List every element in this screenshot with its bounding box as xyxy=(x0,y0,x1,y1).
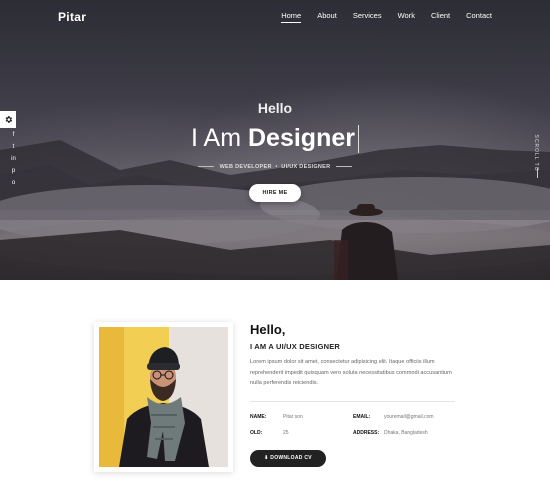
about-description: Lorem ipsum dolor sit amet, consectetur … xyxy=(250,359,452,386)
nav-item-about[interactable]: About xyxy=(317,11,337,23)
profile-photo-card xyxy=(94,322,233,472)
hero-headline: I Am Designer xyxy=(0,124,550,154)
site-logo[interactable]: Pitar xyxy=(58,10,86,24)
main-nav: Home About Services Work Client Contact xyxy=(265,11,492,23)
scroll-indicator[interactable]: SCROLL TO xyxy=(530,128,540,188)
headline-strong: Designer xyxy=(247,124,355,152)
info-name-value: Pitar son xyxy=(283,414,303,420)
gear-icon xyxy=(5,116,12,123)
hero-role-separator: • xyxy=(275,164,278,170)
headline-prefix: I Am xyxy=(191,124,248,152)
social-links: f t in p o xyxy=(9,129,18,189)
nav-item-home[interactable]: Home xyxy=(281,11,302,23)
facebook-icon[interactable]: f xyxy=(9,129,18,141)
hero-role-1: WEB DEVELOPER xyxy=(219,164,272,170)
profile-photo xyxy=(99,327,228,467)
info-address-label: ADDRESS: xyxy=(353,430,380,436)
instagram-icon[interactable]: o xyxy=(9,177,18,189)
download-icon: ⬇ xyxy=(264,455,269,461)
nav-item-work[interactable]: Work xyxy=(398,11,415,23)
hire-me-button[interactable]: HIRE ME xyxy=(249,184,301,202)
hero-greeting: Hello xyxy=(257,100,293,116)
hero-roles: WEB DEVELOPER • UI/UX DESIGNER xyxy=(0,164,550,170)
about-title: Hello, xyxy=(250,322,286,337)
subline-rule-right xyxy=(336,166,353,168)
info-old-value: 25 xyxy=(283,430,289,436)
nav-item-services[interactable]: Services xyxy=(353,11,382,23)
download-cv-label: DOWNLOAD CV xyxy=(270,455,312,461)
info-name-label: NAME: xyxy=(250,414,267,420)
pinterest-icon[interactable]: p xyxy=(9,165,18,177)
nav-item-contact[interactable]: Contact xyxy=(466,11,492,23)
settings-toggle-button[interactable] xyxy=(0,111,16,128)
info-email-label: EMAIL: xyxy=(353,414,371,420)
info-address-value: Dhaka, Bangladesh xyxy=(384,430,428,436)
hero-section: Pitar Home About Services Work Client Co… xyxy=(0,0,550,280)
scroll-line xyxy=(537,168,538,178)
twitter-icon[interactable]: t xyxy=(9,141,18,153)
info-old-label: OLD: xyxy=(250,430,263,436)
about-role: I AM A UI/UX DESIGNER xyxy=(250,342,341,351)
nav-item-client[interactable]: Client xyxy=(431,11,450,23)
typing-caret xyxy=(357,125,359,154)
info-email-value[interactable]: youremail@gmail.com xyxy=(384,414,434,420)
scroll-label: SCROLL TO xyxy=(533,134,539,172)
download-cv-button[interactable]: ⬇ DOWNLOAD CV xyxy=(250,450,326,467)
hero-role-2: UI/UX DESIGNER xyxy=(281,164,331,170)
linkedin-icon[interactable]: in xyxy=(9,153,18,165)
about-divider xyxy=(250,401,455,402)
subline-rule-left xyxy=(197,166,214,168)
